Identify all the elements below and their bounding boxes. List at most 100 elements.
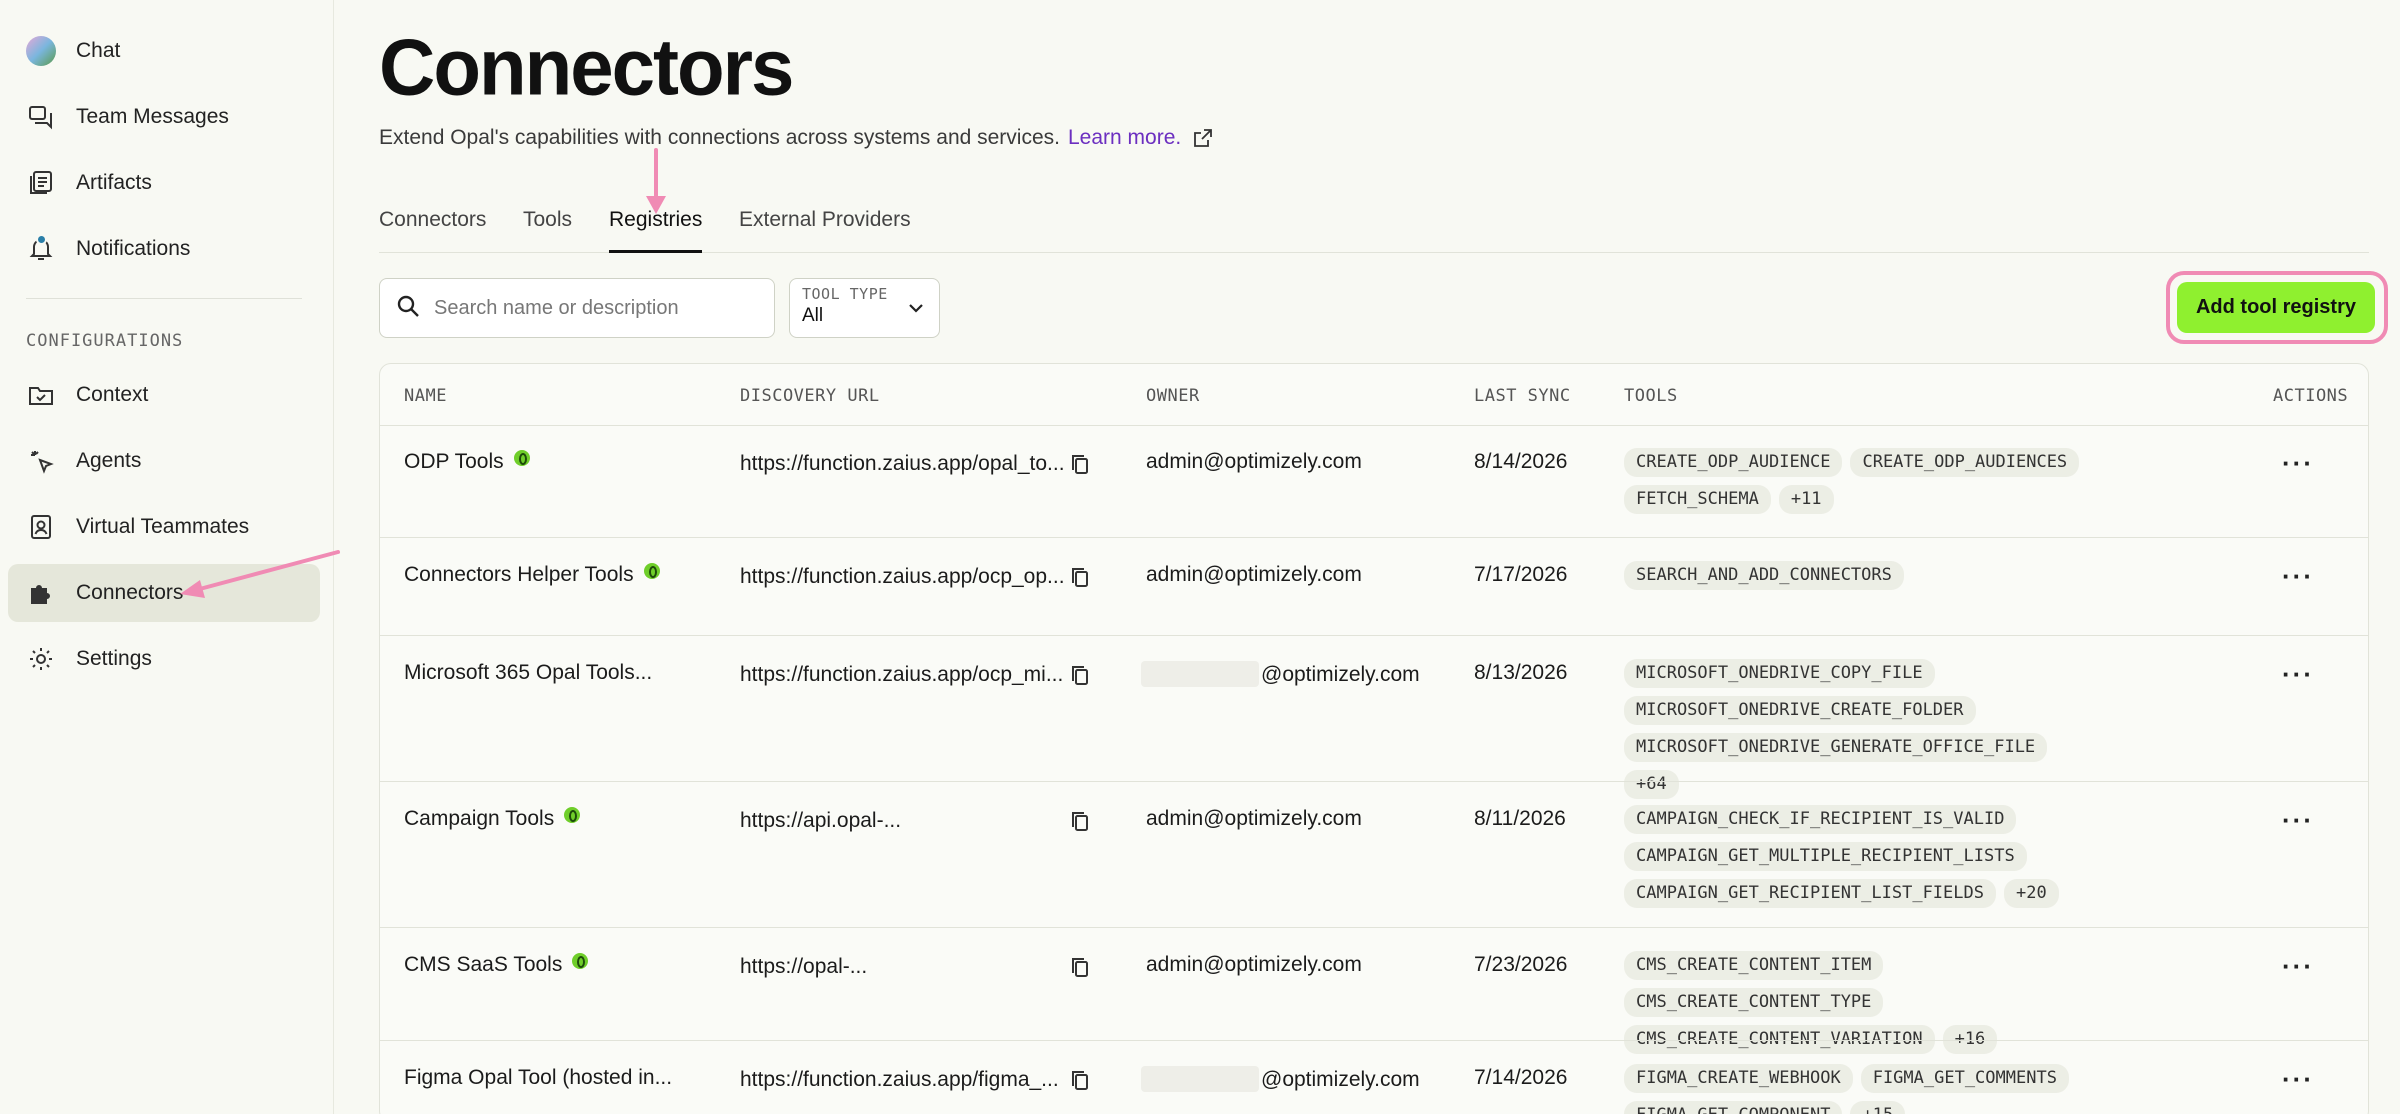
owner-text: @optimizely.com: [1261, 1068, 1420, 1091]
registries-table: NAME DISCOVERY URL OWNER LAST SYNC TOOLS…: [379, 363, 2369, 1114]
row-actions-button[interactable]: ···: [2282, 805, 2314, 836]
avatar-icon: [26, 36, 56, 66]
sidebar-item-chat[interactable]: Chat: [8, 22, 320, 80]
sidebar-item-artifacts[interactable]: Artifacts: [8, 154, 320, 212]
row-actions-button[interactable]: ···: [2282, 951, 2314, 982]
table-row[interactable]: CMS SaaS Tools https://opal-... admin@op…: [380, 927, 2368, 1054]
search-box[interactable]: [379, 278, 775, 338]
last-sync: 8/13/2026: [1474, 661, 1568, 684]
external-link-icon[interactable]: [1193, 128, 1213, 148]
sidebar-item-label: Artifacts: [76, 171, 152, 194]
sidebar-item-label: Virtual Teammates: [76, 515, 250, 538]
row-name: ODP Tools: [404, 450, 530, 474]
discovery-url: https://function.zaius.app/ocp_op...: [740, 565, 1065, 588]
tools-chips: FIGMA_CREATE_WEBHOOK FIGMA_GET_COMMENTS …: [1624, 1064, 2144, 1114]
status-icon: [572, 953, 589, 969]
tool-type-filter[interactable]: TOOL TYPE All: [789, 278, 940, 338]
column-header: NAME: [404, 386, 447, 406]
row-actions-button[interactable]: ···: [2282, 659, 2314, 690]
owner: admin@optimizely.com: [1146, 450, 1362, 473]
redacted-owner: [1141, 1066, 1259, 1092]
puzzle-icon: [26, 578, 56, 608]
tool-chip: CREATE_ODP_AUDIENCE: [1624, 448, 1843, 477]
tool-chip: FIGMA_GET_COMPONENT: [1624, 1101, 1843, 1114]
tool-chip: CAMPAIGN_GET_MULTIPLE_RECIPIENT_LISTS: [1624, 842, 2027, 871]
table-row[interactable]: Figma Opal Tool (hosted in... https://fu…: [380, 1040, 2368, 1114]
column-header: TOOLS: [1624, 386, 1678, 406]
teammate-icon: [26, 512, 56, 542]
last-sync: 7/14/2026: [1474, 1066, 1568, 1089]
page-title: Connectors: [379, 22, 794, 112]
table-row[interactable]: Campaign Tools https://api.opal-... admi…: [380, 781, 2368, 927]
row-actions-button[interactable]: ···: [2282, 448, 2314, 479]
sidebar-item-notifications[interactable]: Notifications: [8, 220, 320, 278]
sidebar-item-context[interactable]: Context: [8, 366, 320, 424]
main-content: Connectors Extend Opal's capabilities wi…: [334, 0, 2400, 1114]
copy-icon[interactable]: [1070, 1070, 1090, 1097]
tab-registries[interactable]: Registries: [609, 205, 703, 253]
column-header: OWNER: [1146, 386, 1200, 406]
tool-chip: CMS_CREATE_CONTENT_TYPE: [1624, 988, 1884, 1017]
tab-tools[interactable]: Tools: [523, 205, 572, 253]
agents-icon: [26, 446, 56, 476]
more-tools-chip[interactable]: +20: [2004, 879, 2059, 908]
discovery-url: https://function.zaius.app/figma_...: [740, 1068, 1059, 1091]
sidebar-item-label: Agents: [76, 449, 142, 472]
more-tools-chip[interactable]: +15: [1850, 1101, 1906, 1114]
learn-more-link[interactable]: Learn more.: [1068, 126, 1181, 150]
discovery-url: https://api.opal-...: [740, 809, 902, 832]
last-sync: 7/23/2026: [1474, 953, 1568, 976]
owner: @optimizely.com: [1141, 661, 1420, 687]
copy-icon[interactable]: [1070, 665, 1090, 692]
copy-icon[interactable]: [1070, 811, 1090, 838]
column-header: DISCOVERY URL: [740, 386, 880, 406]
tool-chip: CAMPAIGN_CHECK_IF_RECIPIENT_IS_VALID: [1624, 805, 2017, 834]
column-header: LAST SYNC: [1474, 386, 1571, 406]
discovery-url: https://function.zaius.app/ocp_mi...: [740, 663, 1064, 686]
tool-chip: FIGMA_GET_COMMENTS: [1860, 1064, 2069, 1093]
copy-icon[interactable]: [1070, 567, 1090, 594]
add-tool-registry-button[interactable]: Add tool registry: [2177, 282, 2375, 333]
last-sync: 8/11/2026: [1474, 807, 1566, 830]
sidebar-item-virtual-teammates[interactable]: Virtual Teammates: [8, 498, 320, 556]
sidebar-divider: [26, 298, 302, 299]
sidebar-item-settings[interactable]: Settings: [8, 630, 320, 688]
tools-chips: CMS_CREATE_CONTENT_ITEM CMS_CREATE_CONTE…: [1624, 951, 2144, 1054]
tools-chips: CREATE_ODP_AUDIENCE CREATE_ODP_AUDIENCES…: [1624, 448, 2144, 514]
row-actions-button[interactable]: ···: [2282, 561, 2314, 592]
folder-icon: [26, 380, 56, 410]
sidebar-item-label: Chat: [76, 39, 121, 62]
gear-icon: [26, 644, 56, 674]
tool-chip: FETCH_SCHEMA: [1624, 485, 1771, 514]
sidebar-item-label: Settings: [76, 647, 152, 670]
copy-icon[interactable]: [1070, 454, 1090, 481]
name-text: Connectors Helper Tools: [404, 563, 634, 586]
tab-external-providers[interactable]: External Providers: [739, 205, 911, 253]
subtitle-text: Extend Opal's capabilities with connecti…: [379, 126, 1060, 149]
name-text: Campaign Tools: [404, 807, 555, 830]
sidebar-item-connectors[interactable]: Connectors: [8, 564, 320, 622]
sidebar-item-label: Connectors: [76, 581, 184, 604]
owner: admin@optimizely.com: [1146, 563, 1362, 586]
search-input[interactable]: [434, 296, 754, 320]
row-actions-button[interactable]: ···: [2282, 1064, 2314, 1095]
table-row[interactable]: Microsoft 365 Opal Tools... https://func…: [380, 635, 2368, 799]
row-name: Figma Opal Tool (hosted in...: [404, 1066, 673, 1089]
sidebar-item-team-messages[interactable]: Team Messages: [8, 88, 320, 146]
tabs: Connectors Tools Registries External Pro…: [379, 205, 2369, 253]
sidebar-item-label: Context: [76, 383, 149, 406]
status-icon: [564, 807, 581, 823]
name-text: CMS SaaS Tools: [404, 953, 563, 976]
sidebar-item-label: Team Messages: [76, 105, 229, 128]
copy-icon[interactable]: [1070, 957, 1090, 984]
tools-chips: SEARCH_AND_ADD_CONNECTORS: [1624, 561, 2144, 590]
page-subtitle: Extend Opal's capabilities with connecti…: [379, 126, 1213, 150]
owner: admin@optimizely.com: [1146, 953, 1362, 976]
sidebar-item-agents[interactable]: Agents: [8, 432, 320, 490]
more-tools-chip[interactable]: +11: [1778, 485, 1834, 514]
table-row[interactable]: ODP Tools https://function.zaius.app/opa…: [380, 425, 2368, 537]
row-name: Connectors Helper Tools: [404, 563, 660, 587]
owner: @optimizely.com: [1141, 1066, 1420, 1092]
tab-connectors[interactable]: Connectors: [379, 205, 486, 253]
table-row[interactable]: Connectors Helper Tools https://function…: [380, 537, 2368, 635]
